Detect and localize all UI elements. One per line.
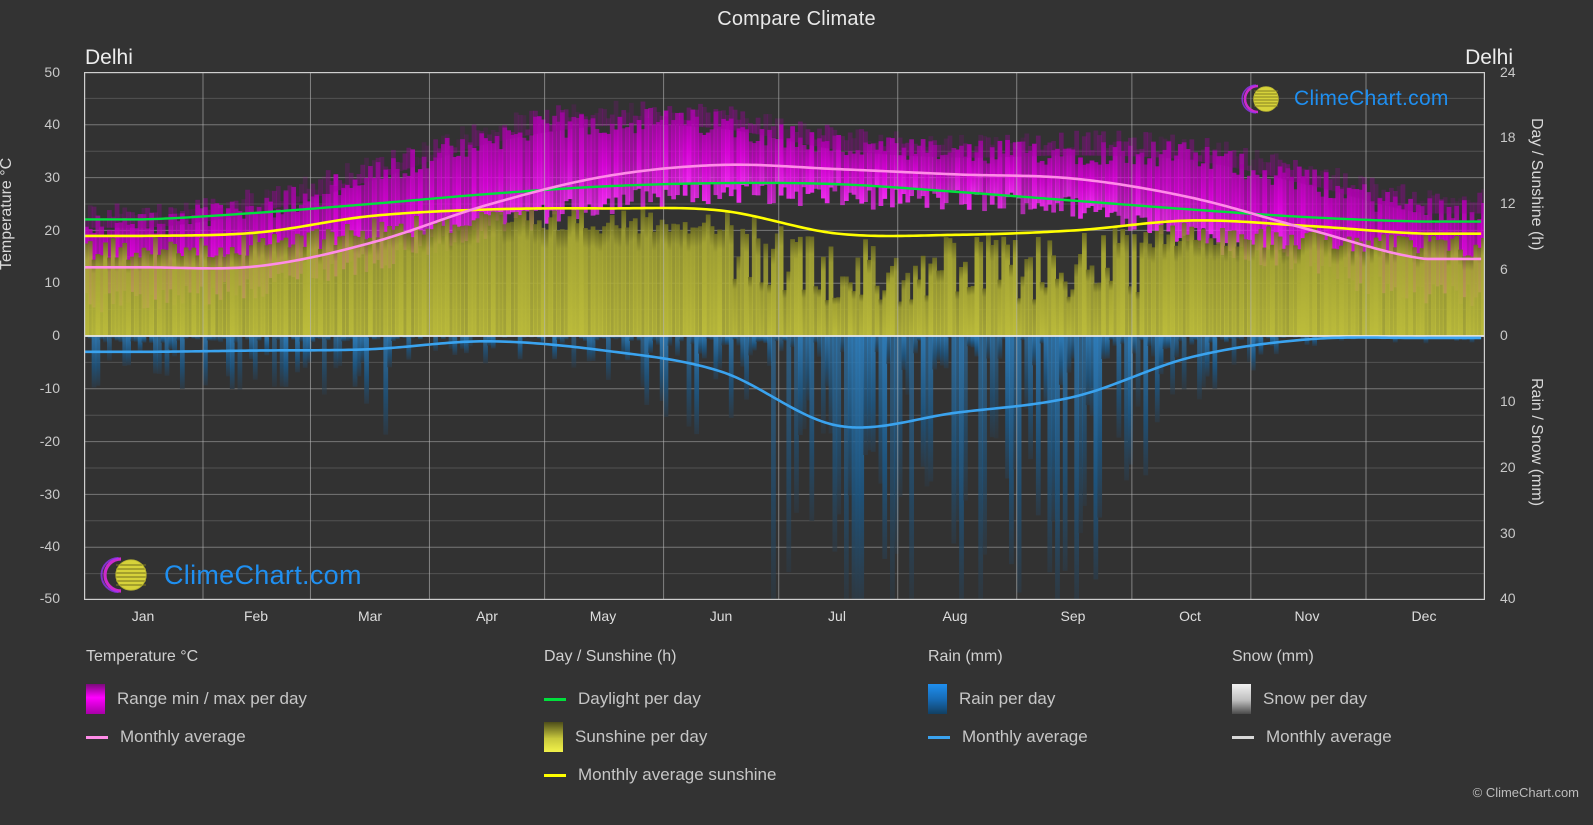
swatch-temperature-range-icon xyxy=(86,684,105,714)
xtick-oct: Oct xyxy=(1179,608,1201,624)
legend-label-rain-monthly-average: Monthly average xyxy=(962,727,1088,746)
location-label-left: Delhi xyxy=(85,46,133,69)
climechart-logo-icon xyxy=(1241,84,1279,114)
ytick-right-top-4: 0 xyxy=(1500,327,1508,343)
swatch-snow-average-icon xyxy=(1232,722,1254,752)
legend-label-snow-per-day: Snow per day xyxy=(1263,689,1367,708)
legend-group-temperature: Temperature °C Range min / max per day M… xyxy=(86,648,307,756)
legend-item-sunshine[interactable]: Sunshine per day xyxy=(544,718,776,756)
xtick-dec: Dec xyxy=(1411,608,1437,624)
legend-group-title-temperature: Temperature °C xyxy=(86,648,199,665)
logo-watermark-bottom: ClimeChart.com xyxy=(94,554,362,596)
legend-group-title-snow: Snow (mm) xyxy=(1232,648,1314,665)
climate-chart-page: Compare Climate Delhi Delhi Temperature … xyxy=(0,0,1593,825)
legend-item-daylight[interactable]: Daylight per day xyxy=(544,680,776,718)
legend-label-snow-monthly-average: Monthly average xyxy=(1266,727,1392,746)
xtick-mar: Mar xyxy=(357,608,383,624)
swatch-sunshine-average-icon xyxy=(544,760,566,790)
xtick-nov: Nov xyxy=(1294,608,1320,624)
ytick-right-bottom-1: 10 xyxy=(1500,393,1516,409)
legend-group-day-sunshine: Day / Sunshine (h) Daylight per day Suns… xyxy=(544,648,776,794)
xtick-jun: Jun xyxy=(709,608,733,624)
ytick-left-3: 20 xyxy=(44,222,60,238)
legend-item-snow-monthly-average[interactable]: Monthly average xyxy=(1232,718,1392,756)
xtick-jan: Jan xyxy=(131,608,155,624)
ytick-right-bottom-4: 40 xyxy=(1500,590,1516,606)
legend-group-title-day-sunshine: Day / Sunshine (h) xyxy=(544,648,677,665)
ytick-right-bottom-3: 30 xyxy=(1500,525,1516,541)
ytick-left-6: -10 xyxy=(39,380,60,396)
xtick-apr: Apr xyxy=(476,608,498,624)
swatch-rain-icon xyxy=(928,684,947,714)
ytick-left-2: 30 xyxy=(44,169,60,185)
ytick-left-9: -40 xyxy=(39,538,60,554)
ytick-left-1: 40 xyxy=(44,116,60,132)
legend-group-rain: Rain (mm) Rain per day Monthly average xyxy=(928,648,1088,756)
ytick-right-top-3: 6 xyxy=(1500,261,1508,277)
xtick-feb: Feb xyxy=(243,608,269,624)
legend-label-rain-per-day: Rain per day xyxy=(959,689,1056,708)
legend-item-snow-per-day[interactable]: Snow per day xyxy=(1232,680,1392,718)
legend-item-range-min-max[interactable]: Range min / max per day xyxy=(86,680,307,718)
chart-legend: Temperature °C Range min / max per day M… xyxy=(0,648,1593,808)
legend-label-temp-monthly-average: Monthly average xyxy=(120,727,246,746)
legend-item-sunshine-monthly-average[interactable]: Monthly average sunshine xyxy=(544,756,776,794)
xtick-sep: Sep xyxy=(1060,608,1086,624)
swatch-rain-average-icon xyxy=(928,722,950,752)
ytick-right-top-1: 18 xyxy=(1500,129,1516,145)
ytick-left-0: 50 xyxy=(44,64,60,80)
legend-group-title-rain: Rain (mm) xyxy=(928,648,1003,665)
swatch-temperature-average-icon xyxy=(86,722,108,752)
ytick-left-4: 10 xyxy=(44,274,60,290)
legend-label-range-min-max: Range min / max per day xyxy=(117,689,307,708)
ytick-left-7: -20 xyxy=(39,433,60,449)
ytick-right-top-0: 24 xyxy=(1500,64,1516,80)
xtick-may: May xyxy=(589,608,617,624)
ytick-right-bottom-2: 20 xyxy=(1500,459,1516,475)
logo-text-top: ClimeChart.com xyxy=(1294,87,1449,110)
logo-watermark-top: ClimeChart.com xyxy=(1236,82,1449,116)
legend-label-sunshine-monthly-average: Monthly average sunshine xyxy=(578,765,777,784)
ytick-left-5: 0 xyxy=(52,327,60,343)
legend-item-rain-per-day[interactable]: Rain per day xyxy=(928,680,1088,718)
logo-text-bottom: ClimeChart.com xyxy=(164,559,362,590)
legend-group-snow: Snow (mm) Snow per day Monthly average xyxy=(1232,648,1392,756)
xtick-aug: Aug xyxy=(942,608,968,624)
ytick-left-10: -50 xyxy=(39,590,60,606)
swatch-snow-icon xyxy=(1232,684,1251,714)
swatch-sunshine-icon xyxy=(544,722,563,752)
chart-plot-area[interactable]: ClimeChart.com ClimeChart.com xyxy=(84,72,1485,600)
ytick-right-top-2: 12 xyxy=(1500,195,1516,211)
copyright-text: © ClimeChart.com xyxy=(1472,785,1579,800)
xtick-jul: Jul xyxy=(828,608,846,624)
page-title: Compare Climate xyxy=(717,8,876,30)
swatch-daylight-icon xyxy=(544,684,566,714)
legend-label-sunshine: Sunshine per day xyxy=(575,727,708,746)
ytick-left-8: -30 xyxy=(39,486,60,502)
legend-item-rain-monthly-average[interactable]: Monthly average xyxy=(928,718,1088,756)
climechart-logo-icon-large xyxy=(100,557,147,593)
legend-item-temp-monthly-average[interactable]: Monthly average xyxy=(86,718,307,756)
legend-label-daylight: Daylight per day xyxy=(578,689,701,708)
chart-svg xyxy=(84,72,1485,600)
